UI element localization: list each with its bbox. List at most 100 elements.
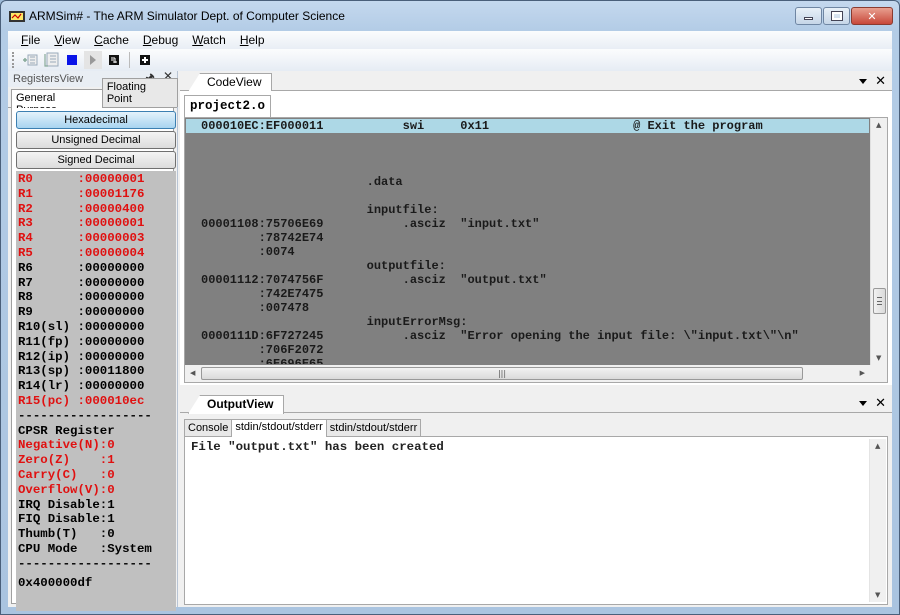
pane-splitter[interactable]: [180, 385, 892, 393]
cpsr-flag-overflow-v: Overflow(V):0: [18, 482, 115, 497]
close-icon: ✕: [867, 9, 877, 23]
scroll-down-icon[interactable]: ▼: [876, 354, 881, 362]
app-icon: [9, 11, 25, 22]
code-line[interactable]: :0074: [186, 245, 869, 259]
run-button[interactable]: [84, 51, 102, 69]
step-over-button[interactable]: [42, 51, 60, 69]
register-type-tabs: General Purpose Floating Point: [8, 78, 178, 116]
register-r2: R2 :00000400: [18, 201, 145, 216]
code-line[interactable]: [186, 133, 869, 147]
codeview-tabbar: CodeView ✕: [180, 71, 892, 92]
tab-stdio-2[interactable]: stdin/stdout/stderr: [325, 419, 422, 436]
toolbar-grip[interactable]: [12, 52, 15, 68]
toolbar: [8, 49, 892, 71]
menu-debug-accel: D: [142, 33, 152, 47]
code-hscroll-thumb[interactable]: |||: [201, 367, 803, 380]
minimize-button[interactable]: [795, 7, 822, 25]
file-tab-project2[interactable]: project2.o: [184, 95, 272, 117]
code-listing[interactable]: 000010EC:EF000011 swi 0x11 @ Exit the pr…: [186, 119, 869, 364]
stop-button[interactable]: [63, 51, 81, 69]
run-icon: [90, 55, 96, 65]
menu-file[interactable]: File: [14, 31, 47, 49]
signed-decimal-button[interactable]: Signed Decimal: [16, 151, 176, 169]
maximize-button[interactable]: [823, 7, 850, 25]
toolbar-separator: [129, 52, 130, 68]
code-line[interactable]: 00001108:75706E69 .asciz "input.txt": [186, 217, 869, 231]
minimize-icon: [804, 17, 813, 20]
menu-debug-label: ebug: [151, 33, 179, 47]
register-r11-fp: R11(fp) :00000000: [18, 334, 145, 349]
output-text: File "output.txt" has been created: [191, 440, 444, 454]
code-vscroll-thumb[interactable]: [873, 288, 886, 314]
chevron-down-icon[interactable]: [859, 401, 868, 406]
menu-cache-accel: C: [94, 33, 103, 47]
menu-debug[interactable]: Debug: [136, 31, 185, 49]
code-line[interactable]: :706F2072: [186, 343, 869, 357]
restart-icon: [109, 55, 119, 65]
menu-view[interactable]: View: [47, 31, 87, 49]
code-line[interactable]: .data: [186, 175, 869, 189]
close-outputview-icon[interactable]: ✕: [875, 396, 886, 411]
register-r3: R3 :00000001: [18, 216, 145, 231]
scroll-right-icon[interactable]: ▶: [860, 369, 865, 377]
grip-icon: [877, 297, 882, 305]
outputview-tabbar: OutputView ✕: [180, 393, 892, 414]
cpsr-title: CPSR Register: [18, 423, 115, 438]
chevron-down-icon[interactable]: [859, 79, 868, 84]
tab-outputview[interactable]: OutputView: [188, 395, 285, 414]
restart-button[interactable]: [105, 51, 123, 69]
title-bar[interactable]: ARMSim# - The ARM Simulator Dept. of Com…: [1, 1, 899, 31]
code-view: project2.o 000010EC:EF000011 swi 0x11 @ …: [180, 91, 892, 385]
code-line[interactable]: inputErrorMsg:: [186, 315, 869, 329]
step-into-icon: [23, 54, 38, 66]
register-r7: R7 :00000000: [18, 275, 145, 290]
menu-watch[interactable]: Watch: [185, 31, 233, 49]
tab-general-purpose[interactable]: General Purpose: [11, 89, 103, 116]
output-text-area[interactable]: File "output.txt" has been created ▲ ▼: [184, 437, 888, 605]
scroll-down-icon[interactable]: ▼: [875, 591, 880, 599]
breakpoint-button[interactable]: [136, 51, 154, 69]
code-line[interactable]: outputfile:: [186, 259, 869, 273]
close-codeview-icon[interactable]: ✕: [875, 74, 886, 89]
scroll-up-icon[interactable]: ▲: [876, 121, 881, 129]
cpsr-flag-carry-c: Carry(C) :0: [18, 467, 115, 482]
client-area: File View Cache Debug Watch Help Registe…: [8, 31, 892, 611]
step-into-button[interactable]: [21, 51, 39, 69]
tab-console[interactable]: Console: [184, 419, 233, 436]
cpsr-flag-fiq-disable: FIQ Disable:1: [18, 512, 115, 527]
general-purpose-page: Hexadecimal Unsigned Decimal Signed Deci…: [11, 108, 176, 611]
scroll-left-icon[interactable]: ◀: [190, 369, 195, 377]
code-line[interactable]: inputfile:: [186, 203, 869, 217]
code-vertical-scrollbar[interactable]: ▲ ▼: [870, 118, 887, 365]
tab-stdio-1[interactable]: stdin/stdout/stderr: [231, 419, 327, 437]
register-r1: R1 :00001176: [18, 186, 145, 201]
code-line[interactable]: :742E7475: [186, 287, 869, 301]
register-r9: R9 :00000000: [18, 305, 145, 320]
app-window: ARMSim# - The ARM Simulator Dept. of Com…: [0, 0, 900, 615]
code-line[interactable]: :6E696E65: [186, 357, 869, 364]
scroll-up-icon[interactable]: ▲: [875, 442, 880, 450]
code-line[interactable]: [186, 161, 869, 175]
maximize-icon: [830, 11, 843, 21]
register-r15-pc: R15(pc) :000010ec: [18, 393, 145, 408]
tab-codeview[interactable]: CodeView: [188, 73, 273, 92]
code-line[interactable]: 0000111D:6F727245 .asciz "Error opening …: [186, 329, 869, 343]
menu-cache[interactable]: Cache: [87, 31, 136, 49]
code-line[interactable]: [186, 189, 869, 203]
hexadecimal-button[interactable]: Hexadecimal: [16, 111, 176, 129]
stop-icon: [67, 55, 77, 65]
output-vertical-scrollbar[interactable]: ▲ ▼: [869, 439, 886, 602]
menu-help[interactable]: Help: [233, 31, 272, 49]
code-line-current[interactable]: 000010EC:EF000011 swi 0x11 @ Exit the pr…: [186, 119, 869, 133]
close-window-button[interactable]: ✕: [851, 7, 893, 25]
code-line[interactable]: 00001112:7074756F .asciz "output.txt": [186, 273, 869, 287]
code-horizontal-scrollbar[interactable]: ◀ ||| ▶: [185, 365, 870, 382]
unsigned-decimal-button[interactable]: Unsigned Decimal: [16, 131, 176, 149]
register-separator: ------------------: [18, 556, 152, 571]
code-line[interactable]: [186, 147, 869, 161]
cpsr-flag-zero-z: Zero(Z) :1: [18, 453, 115, 468]
cpsr-flag-negative-n: Negative(N):0: [18, 438, 115, 453]
code-line[interactable]: :007478: [186, 301, 869, 315]
code-line[interactable]: :78742E74: [186, 231, 869, 245]
tab-floating-point[interactable]: Floating Point: [101, 78, 178, 107]
